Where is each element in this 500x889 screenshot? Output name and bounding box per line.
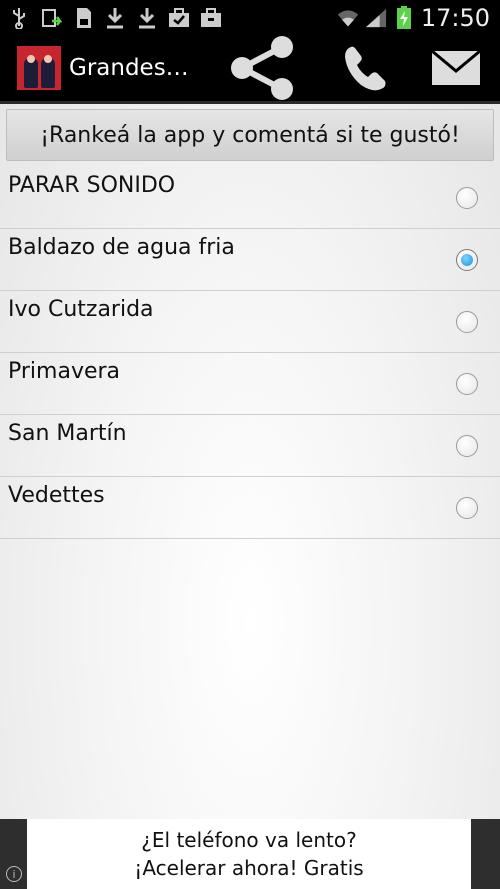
ad-line-1: ¿El teléfono va lento? xyxy=(141,828,357,852)
list-item-label: San Martín xyxy=(8,421,127,446)
list-item[interactable]: PARAR SONIDO xyxy=(0,167,500,229)
action-bar: Grandes… xyxy=(0,35,500,101)
action-bar-divider xyxy=(0,101,500,104)
radio-button[interactable] xyxy=(456,373,478,395)
wifi-icon xyxy=(337,7,359,29)
list-item-label: PARAR SONIDO xyxy=(8,173,176,198)
download-icon xyxy=(136,7,158,29)
ad-content[interactable]: ¿El teléfono va lento? ¡Acelerar ahora! … xyxy=(27,819,471,889)
clock: 17:50 xyxy=(420,3,490,32)
ad-line-2: ¡Acelerar ahora! Gratis xyxy=(134,856,364,880)
download-icon xyxy=(104,7,126,29)
signal-icon xyxy=(365,7,387,29)
mail-button[interactable] xyxy=(420,35,492,101)
call-button[interactable] xyxy=(330,35,402,101)
refresh-icon xyxy=(40,7,62,29)
sound-list: PARAR SONIDO Baldazo de agua fria Ivo Cu… xyxy=(0,167,500,539)
battery-charging-icon xyxy=(393,5,415,29)
list-item[interactable]: Baldazo de agua fria xyxy=(0,229,500,291)
radio-button[interactable] xyxy=(456,187,478,209)
phone-icon xyxy=(345,46,386,91)
radio-button[interactable] xyxy=(456,435,478,457)
usb-icon xyxy=(8,7,30,29)
list-item[interactable]: Ivo Cutzarida xyxy=(0,291,500,353)
list-item-label: Baldazo de agua fria xyxy=(8,235,235,260)
share-button[interactable] xyxy=(222,35,302,101)
radio-button[interactable] xyxy=(456,497,478,519)
app-title: Grandes… xyxy=(69,55,187,81)
app-icon[interactable] xyxy=(17,46,61,90)
briefcase-icon xyxy=(200,7,222,29)
list-item-label: Primavera xyxy=(8,359,121,384)
list-item-label: Ivo Cutzarida xyxy=(8,297,154,322)
status-bar: 17:50 xyxy=(0,0,500,35)
sd-card-icon xyxy=(72,7,94,29)
share-icon xyxy=(231,36,293,100)
radio-button-selected[interactable] xyxy=(456,249,478,271)
info-icon[interactable]: i xyxy=(6,866,22,882)
briefcase-check-icon xyxy=(168,7,190,29)
mail-icon xyxy=(431,49,481,85)
list-item[interactable]: Primavera xyxy=(0,353,500,415)
list-item[interactable]: Vedettes xyxy=(0,477,500,539)
rate-app-button[interactable]: ¡Rankeá la app y comentá si te gustó! xyxy=(6,109,494,161)
list-item[interactable]: San Martín xyxy=(0,415,500,477)
list-item-label: Vedettes xyxy=(8,483,105,508)
ad-banner[interactable]: ¿El teléfono va lento? ¡Acelerar ahora! … xyxy=(0,819,500,889)
radio-button[interactable] xyxy=(456,311,478,333)
